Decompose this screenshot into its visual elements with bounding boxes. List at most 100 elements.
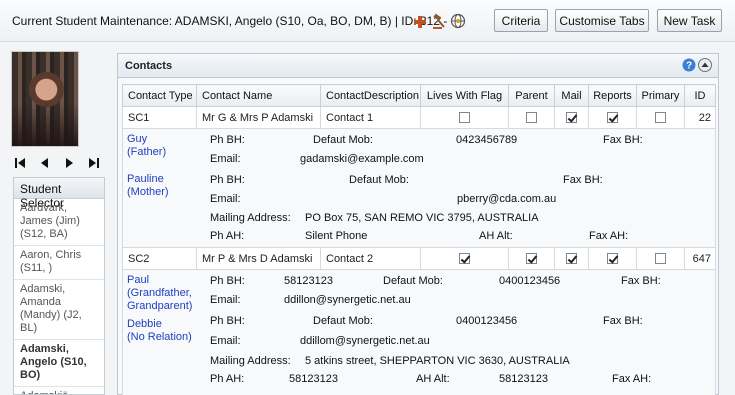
column-header-mail[interactable]: Mail	[554, 84, 589, 107]
svg-text:?: ?	[686, 61, 692, 72]
fax-bh-label: Fax BH:	[603, 134, 643, 146]
column-header-reports[interactable]: Reports	[588, 84, 637, 107]
contacts-panel-header: Contacts ?	[118, 54, 718, 78]
person-name-link[interactable]: Pauline	[127, 173, 169, 186]
table-row[interactable]: SC1 Mr G & Mrs P Adamski Contact 1 22	[122, 106, 716, 129]
email-value[interactable]: ddillom@synergetic.net.au	[300, 335, 430, 347]
help-icon[interactable]: ?	[682, 58, 696, 75]
email-value[interactable]: pberry@cda.com.au	[457, 193, 556, 205]
column-header-primary[interactable]: Primary	[636, 84, 685, 107]
page-title: Current Student Maintenance: ADAMSKI, An…	[12, 14, 448, 28]
fax-bh-label: Fax BH:	[603, 315, 643, 327]
column-header-contact-name[interactable]: Contact Name	[196, 84, 321, 107]
ah-alt-value: 58123123	[499, 373, 548, 385]
contacts-panel-title: Contacts	[125, 60, 173, 72]
student-list-item[interactable]: Adamskië,	[14, 387, 104, 394]
new-task-button[interactable]: New Task	[657, 9, 722, 32]
person-name-link[interactable]: Debbie	[127, 318, 192, 331]
student-list-item[interactable]: Adamski, Amanda (Mandy) (J2, BL)	[14, 280, 104, 340]
contact-name-cell: Mr P & Mrs D Adamski	[196, 247, 321, 270]
column-header-description[interactable]: ContactDescription	[320, 84, 421, 107]
person-name-link[interactable]: Guy	[127, 133, 166, 146]
contact-detail-row: Paul (Grandfather, Grandparent) Ph BH: 5…	[122, 269, 716, 395]
fax-ah-label: Fax AH:	[612, 373, 652, 385]
criteria-button[interactable]: Criteria	[494, 9, 548, 32]
customise-tabs-button[interactable]: Customise Tabs	[555, 9, 649, 32]
globe-icon[interactable]	[450, 12, 466, 30]
header-icon-group	[412, 12, 466, 30]
primary-checkbox[interactable]	[655, 112, 666, 124]
student-list-item[interactable]: Aardvark, James (Jim) (S12, BA)	[14, 199, 104, 246]
column-header-parent[interactable]: Parent	[508, 84, 555, 107]
mailing-address-value: 5 atkins street, SHEPPARTON VIC 3630, AU…	[305, 355, 570, 367]
parent-checkbox[interactable]	[526, 112, 537, 124]
reports-checkbox[interactable]	[607, 253, 618, 265]
person-name-link[interactable]: Paul	[127, 274, 199, 287]
email-label: Email:	[210, 294, 241, 306]
ph-bh-label: Ph BH:	[210, 134, 245, 146]
reports-checkbox[interactable]	[607, 112, 618, 124]
person-relation: (Father)	[127, 146, 167, 158]
ph-bh-label: Ph BH:	[210, 275, 245, 287]
last-record-icon[interactable]	[87, 156, 101, 170]
email-label: Email:	[210, 153, 241, 165]
next-record-icon[interactable]	[62, 156, 76, 170]
table-header-row: Contact Type Contact Name ContactDescrip…	[122, 84, 716, 107]
student-list-item-selected[interactable]: Adamski, Angelo (S10, BO)	[14, 340, 104, 387]
mobile-label: Defaut Mob:	[313, 134, 373, 146]
mailing-address-value: PO Box 75, SAN REMO VIC 3795, AUSTRALIA	[305, 212, 539, 224]
lives-with-checkbox[interactable]	[459, 112, 470, 124]
student-photo	[11, 51, 79, 147]
contact-name-cell: Mr G & Mrs P Adamski	[196, 106, 321, 129]
person-relation: (Grandfather, Grandparent)	[127, 287, 193, 312]
ph-ah-label: Ph AH:	[210, 373, 245, 385]
column-header-contact-type[interactable]: Contact Type	[122, 84, 197, 107]
ah-alt-label: AH Alt:	[479, 230, 513, 242]
student-selector: Student Selector Aardvark, James (Jim) (…	[13, 177, 105, 395]
person-relation: (Mother)	[127, 186, 169, 198]
mobile-label: Defaut Mob:	[313, 315, 373, 327]
mobile-label: Defaut Mob:	[349, 174, 409, 186]
student-list-item[interactable]: Aaron, Chris (S11, )	[14, 246, 104, 280]
mobile-value: 0400123456	[499, 275, 561, 287]
fax-bh-label: Fax BH:	[563, 174, 603, 186]
column-header-lives-with[interactable]: Lives With Flag	[420, 84, 509, 107]
gavel-icon[interactable]	[431, 12, 447, 30]
add-icon[interactable]	[412, 12, 428, 30]
mobile-value: 0400123456	[456, 315, 518, 327]
parent-checkbox[interactable]	[526, 253, 537, 265]
lives-with-checkbox[interactable]	[459, 253, 470, 265]
photo-navigation	[13, 156, 101, 170]
ph-ah-label: Ph AH:	[210, 230, 245, 242]
contacts-panel: Contacts ? Contact Type Contact Name Con…	[117, 53, 719, 395]
contact-id-cell: 22	[684, 106, 716, 129]
contact-description-cell: Contact 1	[320, 106, 421, 129]
contact-description-cell: Contact 2	[320, 247, 421, 270]
fax-bh-label: Fax BH:	[621, 275, 661, 287]
email-value[interactable]: gadamski@example.com	[300, 153, 424, 165]
email-label: Email:	[210, 193, 241, 205]
collapse-icon[interactable]	[698, 58, 712, 75]
previous-record-icon[interactable]	[38, 156, 52, 170]
mailing-address-label: Mailing Address:	[210, 355, 291, 367]
mail-checkbox[interactable]	[566, 112, 577, 124]
mobile-label: Defaut Mob:	[383, 275, 443, 287]
ph-ah-value: 58123123	[289, 373, 338, 385]
contact-detail-row: Guy (Father) Ph BH: Defaut Mob: 04234567…	[122, 128, 716, 248]
mailing-address-label: Mailing Address:	[210, 212, 291, 224]
column-header-id[interactable]: ID	[684, 84, 716, 107]
fax-ah-label: Fax AH:	[589, 230, 629, 242]
contacts-table: Contact Type Contact Name ContactDescrip…	[122, 84, 716, 395]
contact-id-cell: 647	[684, 247, 716, 270]
email-value[interactable]: ddillon@synergetic.net.au	[284, 294, 411, 306]
ph-bh-label: Ph BH:	[210, 174, 245, 186]
page-header: Current Student Maintenance: ADAMSKI, An…	[0, 0, 735, 42]
ph-bh-label: Ph BH:	[210, 315, 245, 327]
primary-checkbox[interactable]	[655, 253, 666, 265]
contact-type-cell: SC1	[122, 106, 197, 129]
person-relation: (No Relation)	[127, 331, 192, 343]
first-record-icon[interactable]	[13, 156, 27, 170]
mail-checkbox[interactable]	[566, 253, 577, 265]
table-row[interactable]: SC2 Mr P & Mrs D Adamski Contact 2 647	[122, 247, 716, 270]
student-selector-title: Student Selector	[14, 178, 104, 210]
